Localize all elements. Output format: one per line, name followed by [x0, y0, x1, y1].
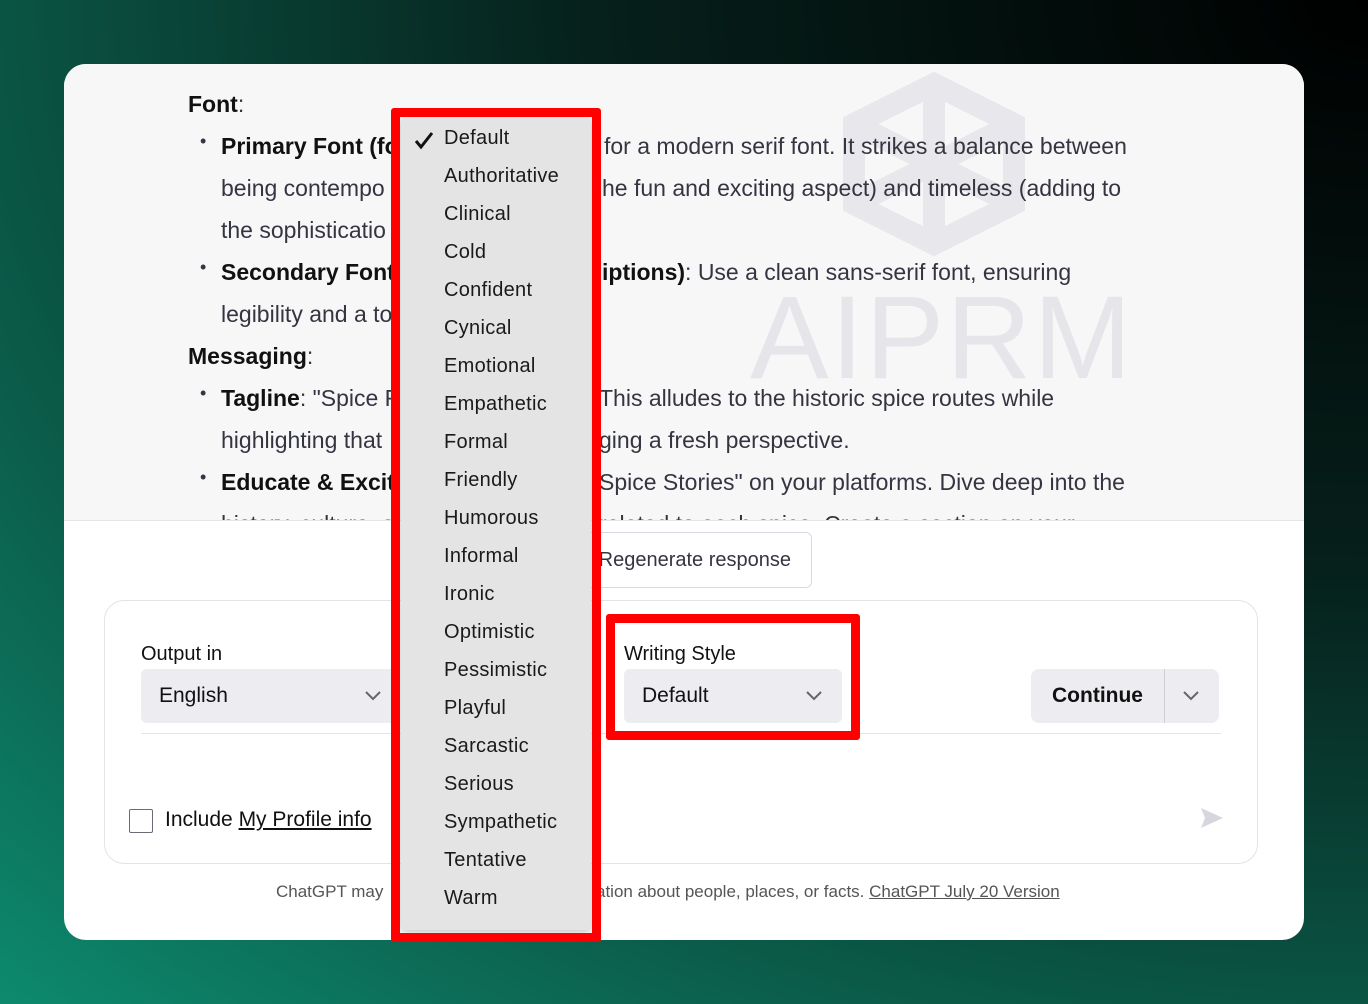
- text-line: being contempo: [221, 175, 385, 201]
- bullet: •: [200, 383, 207, 403]
- include-profile-checkbox[interactable]: [129, 809, 153, 833]
- text-line: highlighting that: [221, 427, 383, 453]
- send-icon[interactable]: [1199, 805, 1225, 831]
- dropdown-highlight: [391, 108, 601, 942]
- secondary-font-line: Secondary Font: [221, 259, 395, 285]
- continue-button[interactable]: Continue: [1031, 669, 1164, 723]
- conversation-area: AIPRM Font: • Primary Font (fo for a mod…: [64, 64, 1304, 521]
- chevron-down-icon[interactable]: [1183, 691, 1199, 701]
- secondary-font-tail: iptions): Use a clean sans-serif font, e…: [602, 259, 1072, 285]
- footer-disclaimer-start: ChatGPT may: [276, 882, 384, 901]
- bullet: •: [200, 131, 207, 151]
- text-line: history, culture, a: [221, 509, 394, 520]
- version-link[interactable]: ChatGPT July 20 Version: [869, 882, 1060, 901]
- regenerate-button[interactable]: Regenerate response: [564, 532, 812, 588]
- text-line: he fun and exciting aspect) and timeless…: [602, 175, 1122, 201]
- messaging-heading-line: Messaging:: [188, 343, 314, 369]
- chevron-down-icon: [365, 691, 381, 701]
- divider: [1164, 669, 1165, 723]
- footer-disclaimer-end: ation about people, places, or facts. Ch…: [596, 882, 1060, 901]
- output-language-select[interactable]: English: [141, 669, 397, 723]
- primary-font-tail: for a modern serif font. It strikes a ba…: [604, 133, 1127, 159]
- my-profile-link[interactable]: My Profile info: [239, 808, 372, 831]
- writing-style-highlight: [606, 614, 860, 740]
- output-in-label: Output in: [141, 643, 223, 665]
- tagline-line: Tagline: "Spice F: [221, 385, 399, 411]
- text-line: Spice Stories" on your platforms. Dive d…: [599, 469, 1125, 495]
- bullet: •: [200, 257, 207, 277]
- chat-window: AIPRM Font: • Primary Font (fo for a mod…: [64, 64, 1304, 940]
- text-line: This alludes to the historic spice route…: [599, 385, 1055, 411]
- bullet: •: [200, 467, 207, 487]
- continue-button-group: Continue: [1031, 669, 1219, 723]
- text-line: related to each spice. Create a section …: [599, 509, 1075, 520]
- educate-line: Educate & Excit: [221, 469, 395, 495]
- text-line: ging a fresh perspective.: [599, 427, 850, 453]
- primary-font-line: Primary Font (fo: [221, 133, 399, 159]
- text-line: the sophisticatio: [221, 217, 386, 243]
- font-heading-line: Font:: [188, 91, 245, 117]
- include-profile-label: Include My Profile info: [165, 808, 372, 831]
- text-line: legibility and a to: [221, 301, 393, 327]
